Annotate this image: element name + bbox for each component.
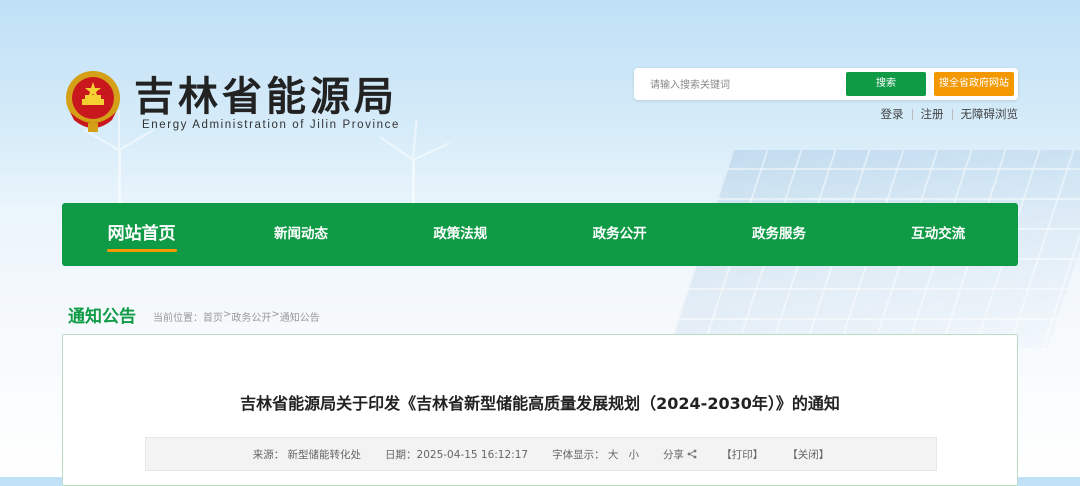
search-input[interactable] [648,76,842,94]
article-meta-bar: 来源： 新型储能转化处 日期：2025-04-15 16:12:17 字体显示：… [145,437,937,471]
share-label: 分享 [662,448,684,461]
breadcrumb-separator: > [223,309,232,320]
site-subtitle: Energy Administration of Jilin Province [142,119,400,131]
nav-item-policies[interactable]: 政策法规 [381,203,540,266]
share-icon [687,449,697,461]
site-title[interactable]: 吉林省能源局 [134,64,398,122]
nav-item-services[interactable]: 政务服务 [699,203,858,266]
nav-item-government-affairs[interactable]: 政务公开 [540,203,699,266]
breadcrumb: 当前位置： 首页 > 政务公开 > 通知公告 [153,309,320,324]
search-box: 搜索 搜全省政府网站 [634,68,1018,100]
nav-item-home[interactable]: 网站首页 [62,203,221,266]
nav-item-news[interactable]: 新闻动态 [221,203,380,266]
search-button[interactable]: 搜索 [846,72,926,96]
divider [951,108,953,120]
section-title: 通知公告 [68,307,136,327]
breadcrumb-separator: > [271,309,280,320]
national-emblem-icon[interactable] [62,68,124,134]
font-small-button[interactable]: 小 [628,449,639,461]
register-link[interactable]: 注册 [921,106,944,122]
share-button[interactable]: 分享 [663,447,697,462]
font-size-label: 字体显示： [552,448,605,461]
article-panel: 吉林省能源局关于印发《吉林省新型储能高质量发展规划（2024-2030年）》的通… [62,334,1018,486]
main-nav: 网站首页 新闻动态 政策法规 政务公开 政务服务 互动交流 [62,203,1018,266]
print-button[interactable]: 【打印】 [721,447,763,462]
breadcrumb-prefix: 当前位置： [153,313,203,324]
breadcrumb-government-affairs[interactable]: 政务公开 [231,309,271,324]
nav-item-interaction[interactable]: 互动交流 [859,203,1018,266]
login-link[interactable]: 登录 [881,106,904,122]
breadcrumb-notices[interactable]: 通知公告 [280,309,320,324]
accessibility-link[interactable]: 无障碍浏览 [961,106,1019,122]
article-date: 日期：2025-04-15 16:12:17 [385,448,529,461]
close-button[interactable]: 【关闭】 [787,447,829,462]
search-all-province-button[interactable]: 搜全省政府网站 [934,72,1014,96]
divider [911,108,913,120]
article-source: 来源： 新型储能转化处 [252,448,362,461]
user-links: 登录 注册 无障碍浏览 [881,106,1019,122]
font-size-control: 字体显示： 大 小 [552,447,639,462]
article-title: 吉林省能源局关于印发《吉林省新型储能高质量发展规划（2024-2030年）》的通… [240,394,840,413]
font-large-button[interactable]: 大 [608,449,619,461]
breadcrumb-home[interactable]: 首页 [203,309,223,324]
